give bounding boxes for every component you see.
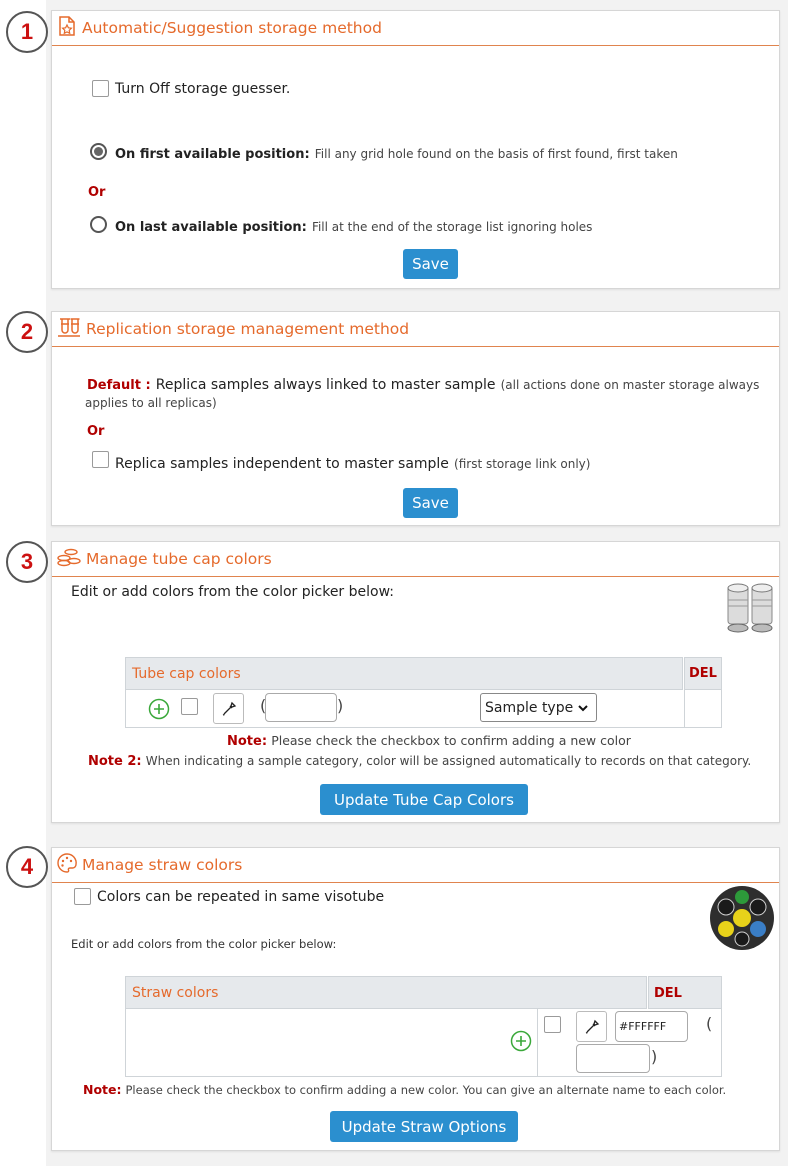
column-divider [684, 690, 685, 727]
palette-icon [56, 852, 78, 878]
table-row: #FFFFFF ( ) [125, 1009, 722, 1077]
panel-header: Manage tube cap colors [52, 542, 779, 577]
panel-title: Manage straw colors [82, 856, 243, 874]
table-header: Tube cap colors [125, 657, 683, 690]
add-color-icon[interactable] [148, 698, 170, 724]
replication-method-panel: Replication storage management method De… [51, 311, 780, 526]
storage-method-panel: Automatic/Suggestion storage method Turn… [51, 10, 780, 289]
confirm-color-checkbox[interactable] [181, 698, 198, 715]
intro-text: Edit or add colors from the color picker… [71, 584, 394, 600]
default-option: Default : Replica samples always linked … [87, 374, 759, 393]
last-position-label: On last available position: [115, 220, 307, 235]
panel-header: Automatic/Suggestion storage method [52, 11, 779, 46]
color-name-input[interactable] [265, 693, 337, 722]
del-label: DEL [689, 666, 717, 681]
panel-header: Replication storage management method [52, 312, 779, 347]
color-hex-input[interactable]: #FFFFFF [615, 1011, 688, 1042]
column-divider [537, 1009, 538, 1076]
default-note: (all actions done on master storage alwa… [500, 378, 760, 392]
default-note-cont: applies to all replicas) [85, 396, 217, 410]
note-1: Note: Please check the checkbox to confi… [83, 1082, 726, 1097]
independent-option: Replica samples independent to master sa… [115, 453, 590, 472]
or-separator: Or [87, 424, 105, 439]
color-picker-button[interactable] [213, 693, 244, 724]
table-header-title: Straw colors [132, 985, 219, 1001]
repeat-colors-checkbox[interactable] [74, 888, 91, 905]
del-column-header: DEL [648, 976, 722, 1009]
eyedropper-icon [585, 1019, 599, 1034]
tube-cap-colors-panel: Manage tube cap colors Edit or add color… [51, 541, 780, 823]
document-star-icon [56, 15, 78, 41]
paren-open: ( [706, 1014, 713, 1033]
default-label: Default : [87, 378, 151, 393]
turn-off-guesser-label: Turn Off storage guesser. [115, 81, 291, 97]
last-position-option: On last available position: Fill at the … [115, 216, 592, 235]
independent-replica-checkbox[interactable] [92, 451, 109, 468]
note-text: Please check the checkbox to confirm add… [271, 733, 631, 748]
last-position-desc: Fill at the end of the storage list igno… [311, 220, 593, 234]
save-button[interactable]: Save [403, 249, 458, 279]
color-name-input[interactable] [576, 1044, 650, 1073]
panel-title: Manage tube cap colors [86, 550, 272, 568]
default-text: Replica samples always linked to master … [155, 377, 496, 393]
update-straw-options-button[interactable]: Update Straw Options [330, 1111, 518, 1142]
note-2: Note 2: When indicating a sample categor… [88, 754, 751, 769]
save-button[interactable]: Save [403, 488, 458, 518]
independent-label: Replica samples independent to master sa… [115, 456, 449, 472]
del-label: DEL [654, 986, 682, 1001]
panel-header: Manage straw colors [52, 848, 779, 883]
panel-title: Automatic/Suggestion storage method [82, 19, 382, 37]
table-header-title: Tube cap colors [132, 666, 241, 682]
eyedropper-icon [222, 701, 236, 716]
note-label: Note: [227, 734, 268, 749]
step-badge-1: 1 [6, 11, 48, 53]
turn-off-guesser-checkbox[interactable] [92, 80, 109, 97]
step-badge-3: 3 [6, 541, 48, 583]
step-badge-4: 4 [6, 846, 48, 888]
note-label: Note: [83, 1082, 122, 1097]
first-position-radio[interactable] [90, 143, 107, 160]
repeat-colors-label: Colors can be repeated in same visotube [97, 889, 385, 905]
chevron-down-icon [578, 704, 588, 711]
table-row: ( ) Sample type [125, 690, 722, 728]
paren-close: ) [337, 696, 344, 715]
add-color-icon[interactable] [510, 1030, 532, 1056]
visotube-image [706, 885, 778, 955]
test-tubes-icon [56, 316, 82, 342]
tube-caps-image [724, 580, 776, 642]
note2-label: Note 2: [88, 754, 142, 769]
intro-text: Edit or add colors from the color picker… [71, 937, 337, 951]
first-position-desc: Fill any grid hole found on the basis of… [314, 147, 678, 161]
first-position-label: On first available position: [115, 147, 310, 162]
note-text: Please check the checkbox to confirm add… [125, 1083, 727, 1097]
first-position-option: On first available position: Fill any gr… [115, 143, 678, 162]
update-tube-cap-colors-button[interactable]: Update Tube Cap Colors [320, 784, 528, 815]
tube-caps-icon [56, 546, 82, 572]
step-badge-2: 2 [6, 311, 48, 353]
confirm-color-checkbox[interactable] [544, 1016, 561, 1033]
paren-close: ) [651, 1047, 658, 1066]
last-position-radio[interactable] [90, 216, 107, 233]
independent-note: (first storage link only) [454, 457, 591, 471]
sample-type-value: Sample type [485, 699, 574, 716]
sample-type-select[interactable]: Sample type [480, 693, 597, 722]
note-1: Note: Please check the checkbox to confi… [227, 733, 631, 749]
table-header: Straw colors [125, 976, 647, 1009]
color-picker-button[interactable] [576, 1011, 607, 1042]
note2-text: When indicating a sample category, color… [145, 754, 752, 768]
straw-colors-panel: Manage straw colors Colors can be repeat… [51, 847, 780, 1151]
panel-title: Replication storage management method [86, 320, 410, 338]
or-separator: Or [88, 185, 106, 200]
del-column-header: DEL [684, 657, 722, 690]
